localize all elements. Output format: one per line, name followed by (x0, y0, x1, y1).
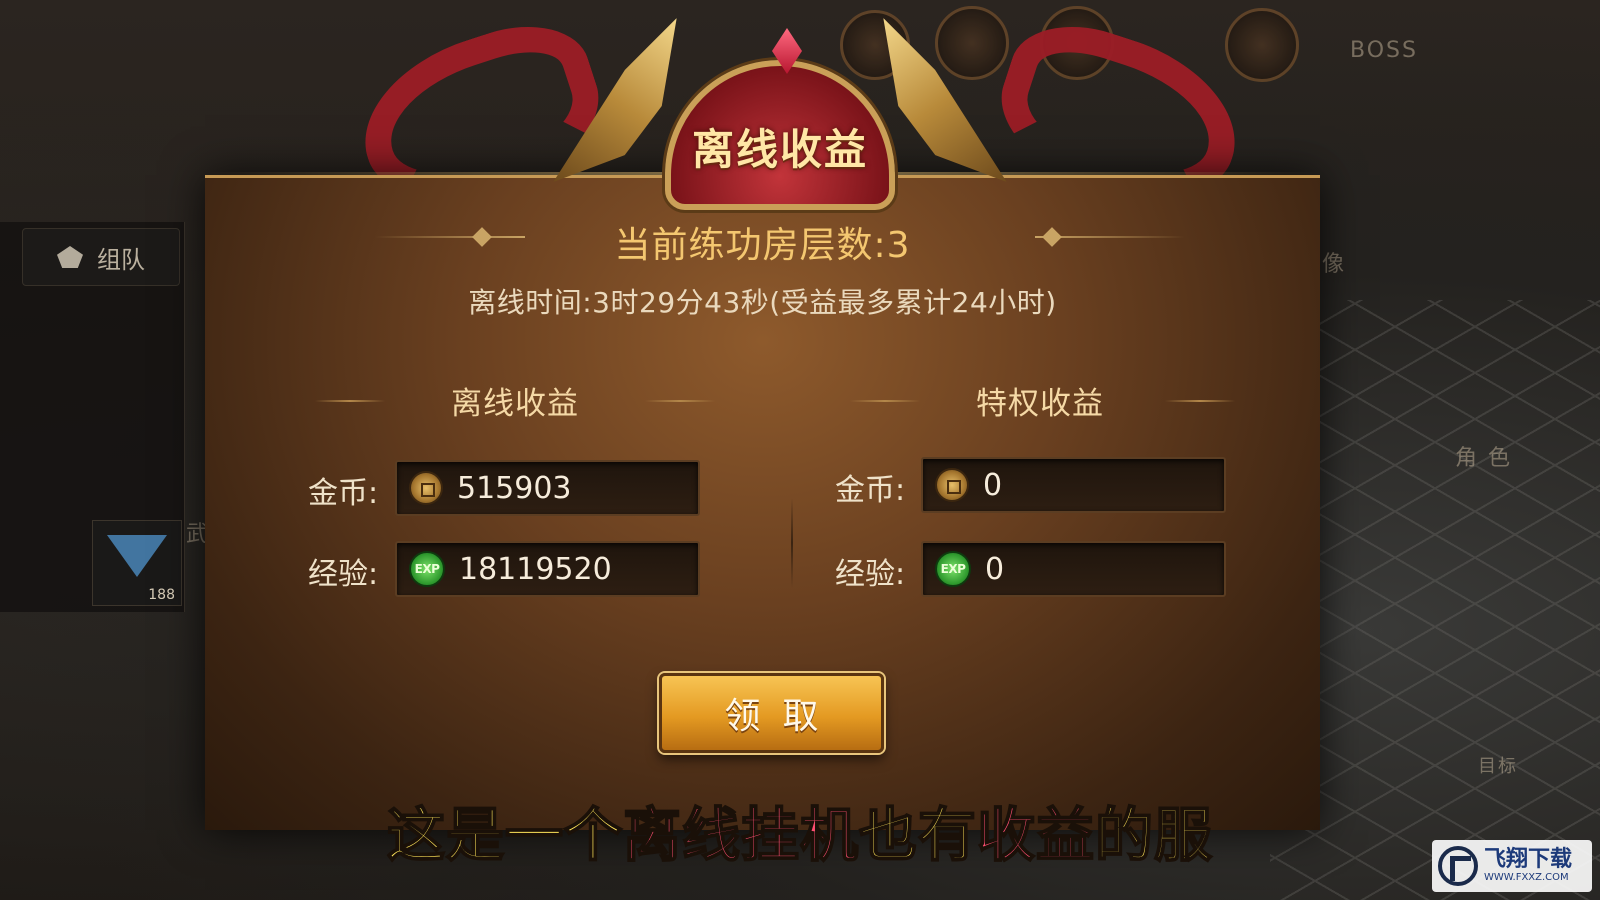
privilege-gold-field: 0 (921, 457, 1226, 513)
watermark-url: WWW.FXXZ.COM (1484, 872, 1569, 883)
team-icon (57, 246, 83, 268)
watermark-brand: 飞翔下载 (1484, 847, 1573, 872)
boss-label[interactable]: BOSS (1350, 38, 1418, 63)
claim-button[interactable]: 领取 (659, 673, 884, 753)
target-button[interactable]: 目标 (1478, 752, 1518, 778)
privilege-gold-label: 金币: (835, 473, 906, 508)
dialog-title: 离线收益 (691, 125, 868, 174)
watermark-text: 飞翔下载 WWW.FXXZ.COM (1484, 848, 1572, 884)
offline-exp-field: EXP 18119520 (395, 541, 700, 597)
gem-icon (107, 535, 167, 577)
offline-exp-value: 18119520 (459, 551, 612, 587)
hud-ring-1 (1225, 8, 1299, 82)
privilege-exp-label: 经验: (835, 557, 906, 592)
offline-reward-dialog: 当前练功房层数:3 离线时间:3时29分43秒(受益最多累计24小时) 离线收益… (205, 175, 1320, 830)
video-caption: 这是一个离线挂机也有收益的服 (0, 788, 1600, 872)
offline-gold-field: 515903 (395, 460, 700, 516)
caption-part-2: 离线挂机 (622, 800, 859, 870)
offline-exp-label: 经验: (308, 557, 379, 592)
coin-icon (409, 471, 443, 505)
privilege-exp-value: 0 (985, 551, 1005, 587)
heading-deco-2 (645, 400, 715, 402)
exp-icon: EXP (409, 551, 445, 587)
privilege-exp-field: EXP 0 (921, 541, 1226, 597)
column-divider (791, 498, 793, 588)
privilege-gold-value: 0 (983, 467, 1003, 503)
floor-deco-right (1035, 236, 1185, 238)
gem-count: 188 (148, 587, 175, 603)
caption-part-4: 收益 (976, 800, 1096, 870)
offline-reward-heading: 离线收益 (451, 386, 579, 422)
offline-gold-value: 515903 (457, 470, 572, 506)
team-label: 组队 (97, 245, 145, 274)
gem-slot[interactable]: 188 (92, 520, 182, 606)
role-button[interactable]: 角 色 (1455, 440, 1512, 472)
privilege-reward-heading: 特权收益 (976, 386, 1104, 422)
offline-gold-label: 金币: (308, 476, 379, 511)
hud-ring-3 (935, 6, 1009, 80)
watermark: 飞翔下载 WWW.FXXZ.COM (1432, 840, 1592, 892)
offline-time-text: 离线时间:3时29分43秒(受益最多累计24小时) (468, 286, 1057, 319)
coin-icon (935, 468, 969, 502)
floor-level-text: 当前练功房层数:3 (614, 225, 911, 266)
team-button[interactable]: 组队 (22, 228, 180, 286)
heading-deco-4 (1165, 400, 1235, 402)
caption-part-1: 这是一个 (386, 800, 623, 870)
exp-icon: EXP (935, 551, 971, 587)
caption-part-5: 的服 (1094, 800, 1214, 870)
caption-part-3: 也有 (858, 800, 977, 870)
fxxz-logo-icon (1438, 846, 1478, 886)
